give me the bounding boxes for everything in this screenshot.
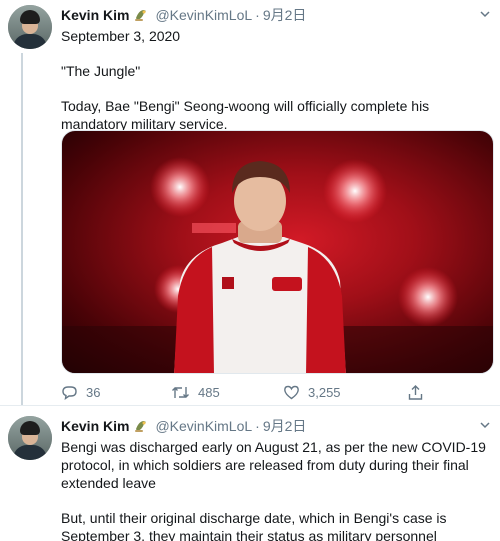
author-name[interactable]: Kevin Kim <box>61 418 129 434</box>
tweet-content: Kevin Kim @KevinKimLoL · 9月2日 September … <box>61 5 492 133</box>
caret-down-icon[interactable] <box>478 7 492 21</box>
tweet-timestamp[interactable]: 9月2日 <box>263 5 307 25</box>
caret-down-icon[interactable] <box>478 418 492 432</box>
tweet-text-line: September 3, 2020 <box>61 28 181 44</box>
tweet-text-line: Bengi was discharged early on August 21,… <box>61 439 486 491</box>
reply-button[interactable]: 36 <box>61 384 100 401</box>
like-count: 3,255 <box>308 385 341 400</box>
share-button[interactable] <box>407 384 432 401</box>
tweet-photo[interactable] <box>61 130 494 374</box>
photo-illustration <box>62 157 493 373</box>
share-icon <box>408 385 423 400</box>
separator-dot: · <box>255 418 260 434</box>
avatar-column <box>8 416 52 460</box>
avatar[interactable] <box>8 5 52 49</box>
reply-icon <box>62 386 77 401</box>
tweet-timestamp[interactable]: 9月2日 <box>263 416 307 436</box>
tweet-header: Kevin Kim @KevinKimLoL · 9月2日 <box>61 416 492 436</box>
author-handle[interactable]: @KevinKimLoL <box>155 7 252 23</box>
tweet[interactable]: Kevin Kim @KevinKimLoL · 9月2日 Bengi was … <box>0 405 500 541</box>
tweet[interactable]: Kevin Kim @KevinKimLoL · 9月2日 September … <box>0 0 500 405</box>
tweet-text-line: Today, Bae "Bengi" Seong-woong will offi… <box>61 98 430 132</box>
retweet-icon <box>172 387 189 398</box>
tweet-text-line: "The Jungle" <box>61 63 141 79</box>
reply-count: 36 <box>86 385 101 400</box>
separator-dot: · <box>255 7 260 23</box>
author-name[interactable]: Kevin Kim <box>61 7 129 23</box>
tweet-content: Kevin Kim @KevinKimLoL · 9月2日 Bengi was … <box>61 416 492 541</box>
tweet-text-line: But, until their original discharge date… <box>61 510 447 541</box>
retweet-button[interactable]: 485 <box>171 384 220 401</box>
thread-line <box>21 53 23 405</box>
author-handle[interactable]: @KevinKimLoL <box>155 418 252 434</box>
tweet-actions: 36 485 3,255 <box>61 384 441 402</box>
avatar[interactable] <box>8 416 52 460</box>
emoji-icon <box>133 418 149 434</box>
like-icon <box>284 385 299 400</box>
retweet-count: 485 <box>198 385 220 400</box>
tweet-header: Kevin Kim @KevinKimLoL · 9月2日 <box>61 5 492 25</box>
like-button[interactable]: 3,255 <box>283 384 341 401</box>
emoji-icon <box>133 7 149 23</box>
avatar-column <box>8 5 52 49</box>
